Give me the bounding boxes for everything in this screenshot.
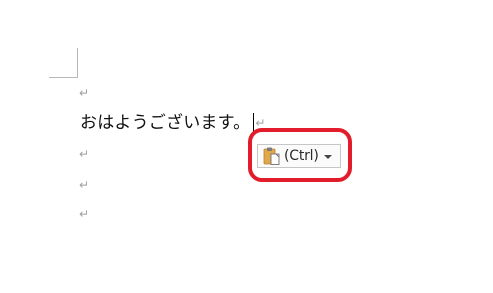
paragraph-mark: ↵ — [79, 207, 90, 221]
document-page[interactable]: ↵ おはようございます。 ↵ ↵ ↵ ↵ (Ctrl) — [0, 0, 493, 293]
paragraph-mark: ↵ — [79, 178, 90, 192]
clipboard-paste-icon — [262, 146, 282, 166]
paste-options-button[interactable]: (Ctrl) — [257, 144, 341, 168]
paragraph-mark: ↵ — [79, 147, 90, 161]
caret-down-icon[interactable] — [323, 155, 332, 159]
margin-corner-vertical — [77, 48, 78, 77]
paste-options-label: (Ctrl) — [284, 148, 319, 164]
text-line[interactable]: おはようございます。 ↵ — [80, 113, 265, 133]
margin-corner-horizontal — [49, 77, 78, 78]
document-text[interactable]: おはようございます。 — [80, 113, 250, 133]
paragraph-mark: ↵ — [79, 86, 90, 100]
